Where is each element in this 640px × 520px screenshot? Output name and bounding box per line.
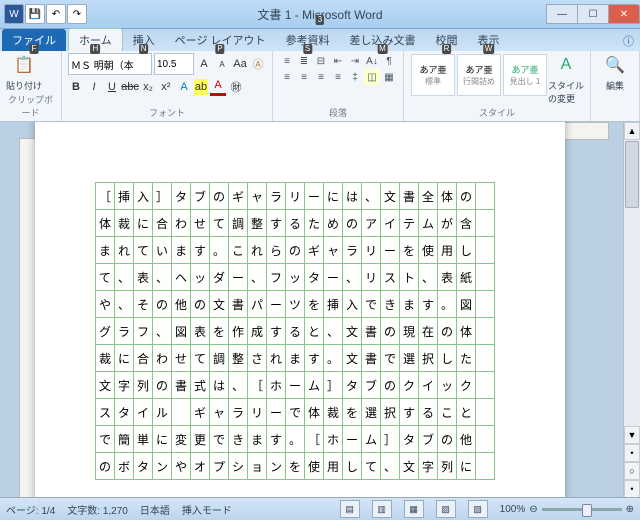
tab-review[interactable]: 校閲R [426,29,468,51]
view-read-icon[interactable]: ▥ [372,500,392,518]
tab-mailings[interactable]: 差し込み文書M [340,29,426,51]
bullets-icon[interactable]: ≡ [279,53,295,69]
enclose-char-icon[interactable]: ㊖ [228,79,244,95]
tab-layout[interactable]: ページ レイアウトP [165,29,276,51]
group-font: フォント [68,106,266,119]
borders-icon[interactable]: ▦ [381,69,397,85]
group-paragraph: 段落 [279,106,397,119]
font-color-icon[interactable]: A [210,77,226,96]
view-outline-icon[interactable]: ▧ [436,500,456,518]
indent-dec-icon[interactable]: ⇤ [330,53,346,69]
scroll-up-icon[interactable]: ▲ [624,122,640,140]
font-name-select[interactable] [68,53,152,75]
window-title: 文書 1 - Microsoft Word [257,6,382,23]
zoom-out-button[interactable]: ⊖ [529,504,537,515]
group-clipboard: クリップボード [6,93,55,119]
strike-button[interactable]: abc [122,79,138,95]
bold-button[interactable]: B [68,79,84,95]
grow-font-icon[interactable]: A [196,56,212,72]
minimize-button[interactable]: — [546,4,578,24]
view-draft-icon[interactable]: ▨ [468,500,488,518]
line-spacing-icon[interactable]: ‡ [347,69,363,85]
view-web-icon[interactable]: ▦ [404,500,424,518]
close-button[interactable]: ✕ [608,4,640,24]
status-page[interactable]: ページ: 1/4 [6,502,55,517]
browse-object-icon[interactable]: ○ [624,462,640,480]
scroll-down-icon[interactable]: ▼ [624,426,640,444]
show-marks-icon[interactable]: ¶ [381,53,397,69]
view-print-icon[interactable]: ▤ [340,500,360,518]
underline-button[interactable]: U [104,79,120,95]
numbering-icon[interactable]: ≣ [296,53,312,69]
redo-icon[interactable]: ↷3 [67,4,87,24]
align-right-icon[interactable]: ≡ [313,69,329,85]
tab-view[interactable]: 表示W [468,29,510,51]
status-wordcount[interactable]: 文字数: 1,270 [67,502,128,517]
change-styles-button[interactable]: Aスタイルの変更 [548,53,584,105]
style-nospace[interactable]: あア亜行間詰め [457,54,501,96]
genkouyoushi-grid: ［挿入］タブのギャラリーには、文書全体の体裁に合わせて調整するためのアイテムが含… [95,182,495,480]
text-effects-icon[interactable]: A [176,79,192,95]
prev-page-icon[interactable]: • [624,444,640,462]
highlight-icon[interactable]: ab [194,79,208,95]
multilevel-icon[interactable]: ⊟ [313,53,329,69]
app-icon: W [4,4,24,24]
shading-icon[interactable]: ◫ [364,69,380,85]
group-styles: スタイル [410,106,584,119]
vertical-scrollbar[interactable]: ▲ ▼ • ○ • [623,122,640,498]
page: ［挿入］タブのギャラリーには、文書全体の体裁に合わせて調整するためのアイテムが含… [35,122,565,498]
style-heading1[interactable]: あア亜見出し 1 [503,54,547,96]
tab-insert[interactable]: 挿入N [123,29,165,51]
tab-home[interactable]: ホームH [68,28,123,51]
document-area[interactable]: ［挿入］タブのギャラリーには、文書全体の体裁に合わせて調整するためのアイテムが含… [0,122,623,498]
sort-icon[interactable]: A↓ [364,53,380,69]
paste-button[interactable]: 📋貼り付け [6,53,42,92]
font-size-select[interactable] [154,53,194,75]
maximize-button[interactable]: ☐ [577,4,609,24]
save-icon[interactable]: 💾1 [25,4,45,24]
help-icon[interactable]: ⓘ [617,31,640,51]
undo-icon[interactable]: ↶2 [46,4,66,24]
zoom-slider[interactable] [542,508,622,511]
status-insertmode[interactable]: 挿入モード [182,502,232,517]
zoom-in-button[interactable]: ⊕ [626,504,634,515]
clear-format-icon[interactable]: Ⓐ [250,56,266,72]
editing-button[interactable]: 🔍編集 [597,53,633,92]
change-case-icon[interactable]: Aa [232,56,248,72]
justify-icon[interactable]: ≡ [330,69,346,85]
style-normal[interactable]: あア亜標準 [411,54,455,96]
shrink-font-icon[interactable]: A [214,56,230,72]
subscript-button[interactable]: x₂ [140,79,156,95]
align-left-icon[interactable]: ≡ [279,69,295,85]
indent-inc-icon[interactable]: ⇥ [347,53,363,69]
italic-button[interactable]: I [86,79,102,95]
zoom-level[interactable]: 100% [500,504,526,515]
align-center-icon[interactable]: ≡ [296,69,312,85]
superscript-button[interactable]: x² [158,79,174,95]
status-language[interactable]: 日本語 [140,502,170,517]
next-page-icon[interactable]: • [624,480,640,498]
scroll-thumb[interactable] [625,141,639,208]
tab-references[interactable]: 参考資料S [276,29,340,51]
tab-file[interactable]: ファイルF [2,29,66,51]
